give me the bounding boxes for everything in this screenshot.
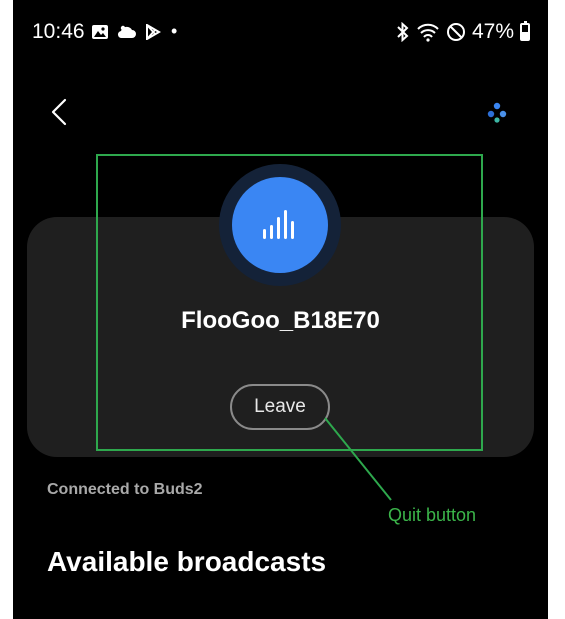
phone-screen: 10:46 • 47% FlooGoo_B18E70 Leave Connect…	[13, 0, 548, 619]
battery-icon	[520, 21, 530, 41]
chevron-left-icon	[51, 98, 67, 126]
back-button[interactable]	[45, 94, 73, 130]
annotation-label: Quit button	[388, 505, 477, 525]
annotation-highlight-box	[96, 154, 483, 451]
notification-icons: •	[91, 21, 177, 42]
gallery-icon	[92, 24, 108, 39]
notification-dot: •	[171, 21, 178, 41]
battery-percent: 47%	[471, 20, 514, 43]
do-not-disturb-icon	[446, 23, 465, 41]
system-icons: 47%	[396, 20, 530, 44]
available-broadcasts-heading: Available broadcasts	[47, 546, 327, 577]
wifi-icon	[417, 23, 439, 42]
bluetooth-icon	[397, 22, 409, 42]
status-bar: 10:46 • 47%	[13, 0, 548, 60]
cloud-icon	[117, 25, 136, 38]
connected-device-label: Connected to Buds2	[47, 481, 203, 498]
battery-fill	[522, 32, 528, 39]
status-time: 10:46	[32, 20, 85, 43]
dots-menu-icon[interactable]	[486, 101, 508, 123]
play-store-icon	[146, 23, 161, 40]
